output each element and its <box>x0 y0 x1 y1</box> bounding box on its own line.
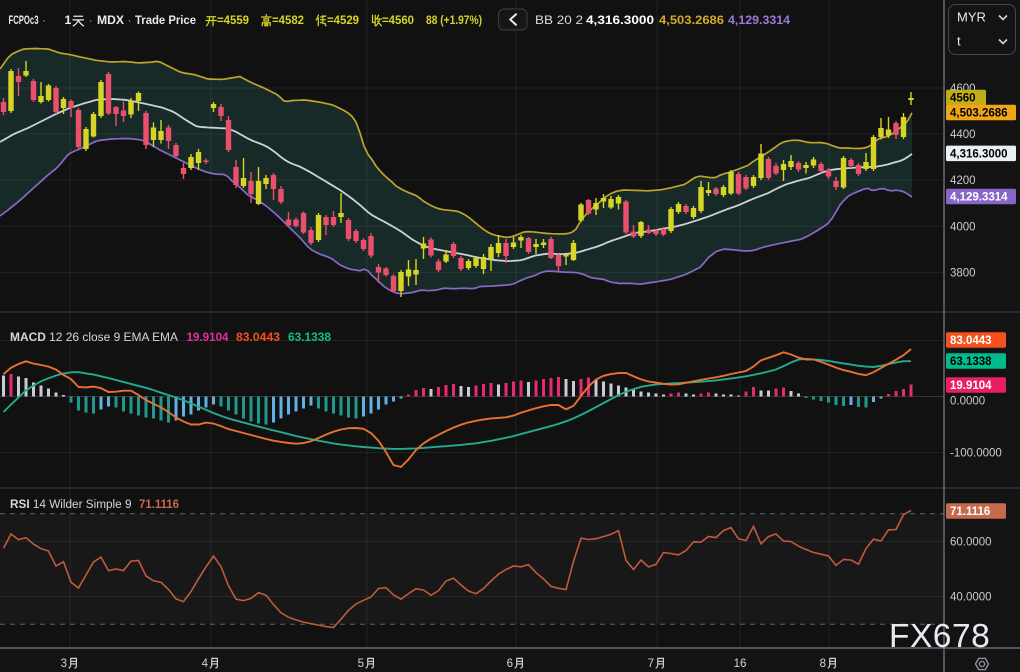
svg-text:63.1338: 63.1338 <box>288 330 331 344</box>
svg-text:=4559: =4559 <box>217 13 249 27</box>
svg-text:4400: 4400 <box>950 129 976 141</box>
svg-text:Trade Price: Trade Price <box>135 13 196 27</box>
svg-text:6: 6 <box>507 658 513 670</box>
svg-text:71.1116: 71.1116 <box>139 497 179 511</box>
svg-text:MDX: MDX <box>97 13 125 27</box>
svg-text:·: · <box>128 13 132 27</box>
svg-text:4000: 4000 <box>950 221 976 233</box>
svg-text:1: 1 <box>65 13 72 27</box>
svg-text:3: 3 <box>61 658 67 670</box>
svg-text:19.9104: 19.9104 <box>187 330 229 344</box>
svg-text:16: 16 <box>734 658 747 670</box>
svg-text:BB 20 2: BB 20 2 <box>535 13 583 27</box>
svg-text:4: 4 <box>202 658 209 670</box>
svg-text:60.0000: 60.0000 <box>950 536 992 548</box>
svg-text:t: t <box>957 34 961 49</box>
svg-text:7: 7 <box>648 658 654 670</box>
svg-text:RSI 14 Wilder Simple 9: RSI 14 Wilder Simple 9 <box>10 497 132 511</box>
svg-text:5: 5 <box>358 658 364 670</box>
svg-text:4,129.3314: 4,129.3314 <box>728 13 790 27</box>
svg-text:4,503.2686: 4,503.2686 <box>950 108 1008 120</box>
svg-text:4,316.3000: 4,316.3000 <box>586 13 654 27</box>
svg-text:0.0000: 0.0000 <box>950 396 985 408</box>
svg-text:MACD 12 26 close 9 EMA EMA: MACD 12 26 close 9 EMA EMA <box>10 330 179 344</box>
svg-text:=4529: =4529 <box>327 13 359 27</box>
svg-text:4200: 4200 <box>950 175 976 187</box>
svg-text:3800: 3800 <box>950 268 976 280</box>
svg-text:·: · <box>42 13 46 27</box>
svg-text:·: · <box>89 13 93 27</box>
svg-text:FX678: FX678 <box>889 618 990 655</box>
svg-text:71.1116: 71.1116 <box>950 506 990 518</box>
svg-text:MYR: MYR <box>957 10 986 25</box>
svg-text:=4582: =4582 <box>272 13 304 27</box>
svg-text:83.0443: 83.0443 <box>950 335 992 347</box>
svg-text:88 (+1.97%): 88 (+1.97%) <box>426 13 482 27</box>
svg-text:4,316.3000: 4,316.3000 <box>950 148 1008 160</box>
svg-text:4560: 4560 <box>950 93 976 105</box>
svg-text:63.1338: 63.1338 <box>950 356 992 368</box>
svg-text:83.0443: 83.0443 <box>236 330 280 344</box>
svg-text:8: 8 <box>820 658 826 670</box>
svg-text:4,129.3314: 4,129.3314 <box>950 192 1008 204</box>
svg-text:4,503.2686: 4,503.2686 <box>659 13 724 27</box>
svg-text:FCPOc3: FCPOc3 <box>9 13 39 27</box>
svg-text:19.9104: 19.9104 <box>950 380 992 392</box>
svg-text:=4560: =4560 <box>382 13 414 27</box>
svg-text:-100.0000: -100.0000 <box>950 448 1002 460</box>
svg-text:40.0000: 40.0000 <box>950 592 992 604</box>
